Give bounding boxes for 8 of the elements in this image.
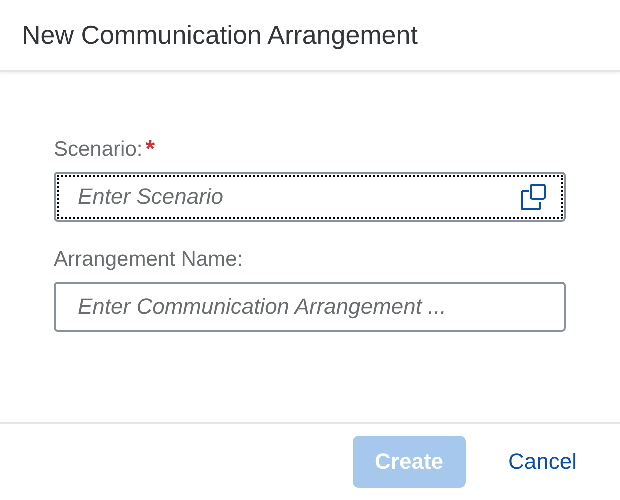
input-field[interactable]: Enter Communication Arrangement ... — [54, 282, 566, 332]
cancel-button[interactable]: Cancel — [496, 436, 590, 488]
input-field[interactable]: Enter Scenario — [54, 172, 566, 222]
field-label: Arrangement Name: — [54, 248, 244, 272]
field-label: Scenario: — [54, 138, 143, 162]
required-asterisk: * — [146, 138, 156, 162]
value-help-icon[interactable] — [520, 183, 548, 211]
dialog-title: New Communication Arrangement — [22, 20, 418, 50]
